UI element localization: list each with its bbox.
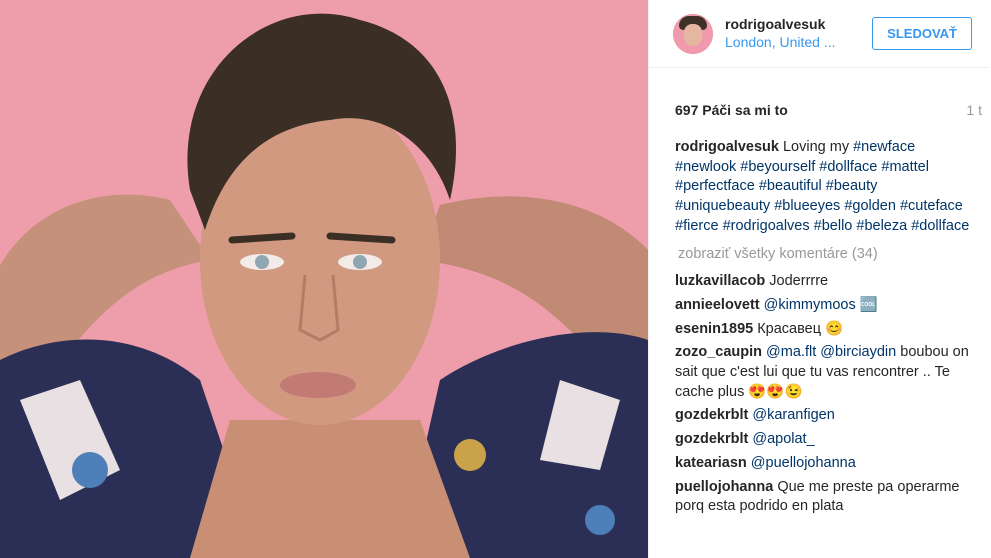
comment-mention[interactable]: @puellojohanna	[751, 455, 856, 471]
hashtag-link[interactable]: #newface	[853, 139, 915, 155]
hashtag-link[interactable]: #bello	[814, 218, 853, 234]
username-link[interactable]: rodrigoalvesuk	[725, 16, 872, 34]
comment-text: Joderrrre	[769, 273, 829, 290]
hashtag-link[interactable]: #newlook	[675, 159, 736, 175]
hashtag-link[interactable]: #blueeyes	[774, 198, 840, 214]
comment-row: annieelovett @kimmymoos 🆒	[675, 296, 976, 316]
comment-user[interactable]: luzkavillacob	[675, 273, 765, 289]
hashtag-link[interactable]: #golden	[844, 198, 896, 214]
user-info: rodrigoalvesuk London, United ...	[725, 16, 872, 51]
post-time[interactable]: 1 t	[966, 102, 982, 118]
comment-user[interactable]: zozo_caupin	[675, 344, 762, 360]
portrait-illustration	[0, 0, 648, 558]
comment-user[interactable]: esenin1895	[675, 321, 753, 337]
post-photo[interactable]	[0, 0, 648, 558]
comment-text: Красавец 😊	[757, 320, 844, 337]
hashtag-link[interactable]: #beautiful	[759, 178, 822, 194]
hashtag-link[interactable]: #cuteface	[900, 198, 963, 214]
comment-mention[interactable]: @apolat_	[752, 431, 814, 447]
hashtag-link[interactable]: #perfectface	[675, 178, 755, 194]
comment-user[interactable]: gozdekrblt	[675, 431, 748, 447]
post-sidebar: rodrigoalvesuk London, United ... SLEDOV…	[648, 0, 990, 558]
post-header: rodrigoalvesuk London, United ... SLEDOV…	[649, 0, 990, 68]
post-meta: 697 Páči sa mi to 1 t	[649, 68, 990, 118]
view-all-comments-link[interactable]: zobraziť všetky komentáre (34)	[678, 245, 976, 265]
comment-items: luzkavillacob Joderrrre annieelovett @kim…	[675, 272, 976, 517]
hashtag-link[interactable]: #dollface	[819, 159, 877, 175]
follow-button[interactable]: SLEDOVAŤ	[872, 17, 972, 50]
comment-mention[interactable]: @ma.flt @birciaydin	[766, 344, 896, 360]
hashtag-link[interactable]: #mattel	[881, 159, 929, 175]
comment-row: gozdekrblt @apolat_	[675, 430, 976, 450]
hashtag-link[interactable]: #fierce	[675, 218, 719, 234]
hashtag-link[interactable]: #beauty	[826, 178, 878, 194]
comment-user[interactable]: puellojohanna	[675, 479, 773, 495]
likes-count[interactable]: 697 Páči sa mi to	[675, 102, 788, 118]
caption: rodrigoalvesuk Loving my #newface #newlo…	[675, 138, 976, 237]
comment-mention[interactable]: @karanfigen	[752, 407, 834, 423]
comment-row: katearіasn @puellojohanna	[675, 454, 976, 474]
comment-user[interactable]: gozdekrblt	[675, 407, 748, 423]
comment-row: luzkavillacob Joderrrre	[675, 272, 976, 292]
comment-row: puellojohanna Que me preste pa operarme …	[675, 478, 976, 517]
hashtag-link[interactable]: #beyourself	[740, 159, 815, 175]
comment-row: esenin1895 Красавец 😊	[675, 320, 976, 340]
hashtag-link[interactable]: #uniquebeauty	[675, 198, 770, 214]
comment-row: gozdekrblt @karanfigen	[675, 406, 976, 426]
comment-user[interactable]: katearіasn	[675, 455, 747, 471]
comments-list: rodrigoalvesuk Loving my #newface #newlo…	[649, 118, 990, 517]
hashtag-link[interactable]: #beleza	[856, 218, 907, 234]
hashtag-link[interactable]: #rodrigoalves	[723, 218, 810, 234]
caption-text: Loving my	[782, 139, 850, 155]
comment-text: 🆒	[859, 296, 878, 313]
caption-user[interactable]: rodrigoalvesuk	[675, 139, 779, 155]
comment-row: zozo_caupin @ma.flt @birciaydin boubou o…	[675, 343, 976, 402]
avatar[interactable]	[673, 13, 713, 54]
post-viewer: rodrigoalvesuk London, United ... SLEDOV…	[0, 0, 991, 558]
comment-user[interactable]: annieelovett	[675, 297, 760, 313]
comment-mention[interactable]: @kimmymoos	[764, 297, 856, 313]
hashtag-link[interactable]: #dollface	[911, 218, 969, 234]
location-link[interactable]: London, United ...	[725, 34, 855, 52]
